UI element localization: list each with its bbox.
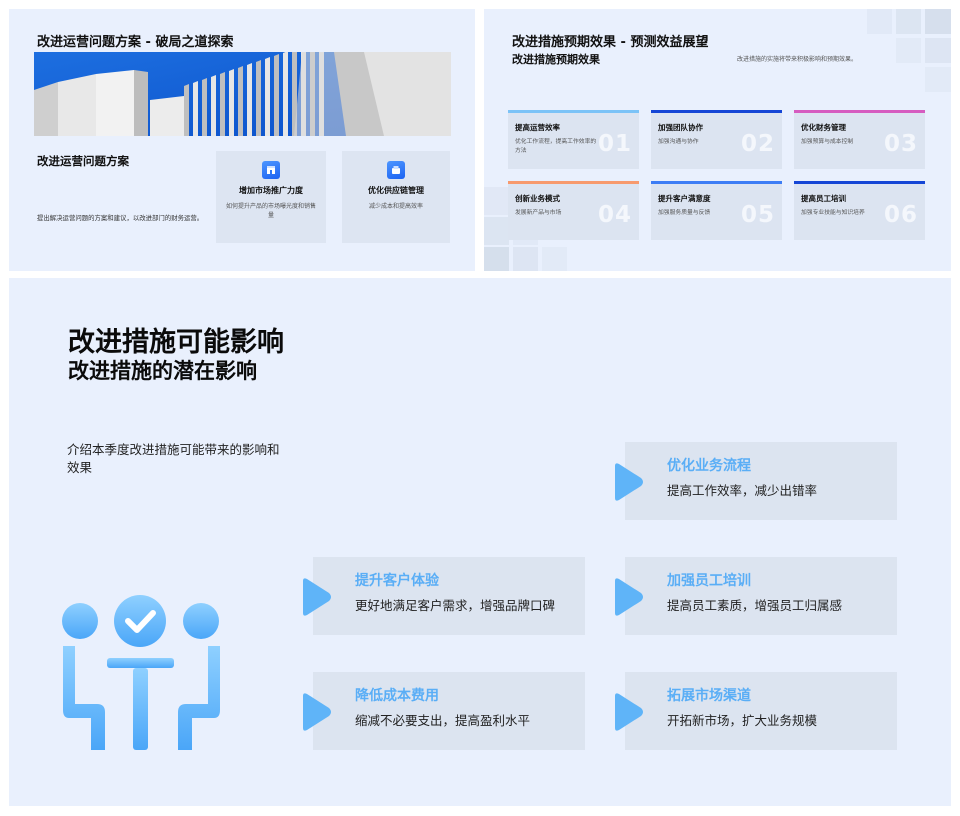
effect-card-2[interactable]: 加强团队协作 加强沟通与协作 02 <box>651 110 782 169</box>
card-text: 如何提升产品的市场曝光度和销售量 <box>226 203 317 219</box>
section-description: 改进措施的实施将带来积极影响和预期效果。 <box>737 56 858 63</box>
slide-expected-results[interactable]: 改进措施预期效果 - 预测效益展望 改进措施预期效果 改进措施的实施将带来积极影… <box>484 9 951 271</box>
play-arrow-icon <box>615 578 643 616</box>
card-title: 优化财务管理 <box>801 123 846 132</box>
slide-title: 改进运营问题方案 - 破局之道探索 <box>37 35 234 50</box>
card-number: 01 <box>597 131 632 157</box>
item-title: 优化业务流程 <box>667 458 751 474</box>
play-arrow-icon <box>615 693 643 731</box>
slide-heading: 改进措施可能影响 <box>68 327 284 358</box>
decor-square <box>484 247 509 271</box>
item-title: 降低成本费用 <box>355 688 439 704</box>
section-description: 提出解决运营问题的方案和建议，以改进部门的财务运营。 <box>37 214 204 222</box>
intro-text: 介绍本季度改进措施可能带来的影响和效果 <box>67 442 280 475</box>
banner-image <box>34 52 451 136</box>
meeting-check-icon <box>59 594 224 758</box>
card-number: 06 <box>883 202 918 228</box>
card-accent-bar <box>794 181 925 184</box>
card-accent-bar <box>508 110 639 113</box>
item-title: 提升客户体验 <box>355 573 439 589</box>
impact-item-4[interactable]: 降低成本费用 缩减不必要支出，提高盈利水平 <box>313 672 585 750</box>
card-number: 02 <box>740 131 775 157</box>
effect-card-6[interactable]: 提高员工培训 加强专业技能与知识培养 06 <box>794 181 925 240</box>
item-text: 更好地满足客户需求，增强品牌口碑 <box>355 598 556 613</box>
decor-square <box>896 38 921 63</box>
card-title: 提高员工培训 <box>801 194 846 203</box>
item-title: 拓展市场渠道 <box>667 688 751 704</box>
decor-square <box>925 38 951 63</box>
card-text: 减少成本和提高效率 <box>368 203 423 210</box>
impact-item-2[interactable]: 提升客户体验 更好地满足客户需求，增强品牌口碑 <box>313 557 585 635</box>
card-text: 加强沟通与协作 <box>658 139 699 145</box>
slide-operations-plan[interactable]: 改进运营问题方案 - 破局之道探索 改进运营问题方案 提出解决运营问题的方案和建 <box>9 9 475 271</box>
store-icon <box>262 161 280 179</box>
card-accent-bar <box>794 110 925 113</box>
card-title: 创新业务模式 <box>515 194 560 203</box>
decor-square <box>484 187 509 215</box>
card-accent-bar <box>651 110 782 113</box>
decor-square <box>896 9 921 34</box>
card-text: 加强服务质量与反馈 <box>658 210 711 216</box>
decor-square <box>867 9 892 34</box>
card-supply-chain[interactable]: 优化供应链管理 减少成本和提高效率 <box>342 151 450 243</box>
card-title: 加强团队协作 <box>658 123 703 132</box>
card-title: 提升客户满意度 <box>658 194 711 203</box>
decor-square <box>925 67 951 92</box>
item-text: 提高工作效率，减少出错率 <box>667 483 818 498</box>
card-text: 加强专业技能与知识培养 <box>801 210 865 216</box>
decor-square <box>484 217 509 245</box>
section-subtitle: 改进运营问题方案 <box>37 154 129 168</box>
card-title: 优化供应链管理 <box>368 186 424 195</box>
decor-square <box>513 247 538 271</box>
effect-card-1[interactable]: 提高运营效率 优化工作流程，提高工作效率的方法 01 <box>508 110 639 169</box>
impact-item-1[interactable]: 优化业务流程 提高工作效率，减少出错率 <box>625 442 897 520</box>
card-number: 05 <box>740 202 775 228</box>
card-number: 04 <box>597 202 632 228</box>
effect-card-4[interactable]: 创新业务模式 发展新产品与市场 04 <box>508 181 639 240</box>
slide-title: 改进措施预期效果 - 预测效益展望 <box>512 35 709 50</box>
card-accent-bar <box>651 181 782 184</box>
item-text: 开拓新市场，扩大业务规模 <box>667 713 818 728</box>
impact-item-5[interactable]: 拓展市场渠道 开拓新市场，扩大业务规模 <box>625 672 897 750</box>
play-arrow-icon <box>615 463 643 501</box>
card-title: 提高运营效率 <box>515 123 560 132</box>
decor-square <box>925 9 951 34</box>
item-text: 缩减不必要支出，提高盈利水平 <box>355 713 531 728</box>
card-number: 03 <box>883 131 918 157</box>
card-marketing[interactable]: 增加市场推广力度 如何提升产品的市场曝光度和销售量 <box>216 151 326 243</box>
item-text: 提高员工素质，增强员工归属感 <box>667 598 843 613</box>
effect-card-5[interactable]: 提升客户满意度 加强服务质量与反馈 05 <box>651 181 782 240</box>
slide-potential-impact[interactable]: 改进措施可能影响 改进措施的潜在影响 介绍本季度改进措施可能带来的影响和效果 优… <box>9 278 951 806</box>
card-title: 增加市场推广力度 <box>239 186 303 195</box>
impact-item-3[interactable]: 加强员工培训 提高员工素质，增强员工归属感 <box>625 557 897 635</box>
slide-subheading: 改进措施的潜在影响 <box>68 359 257 383</box>
decor-square <box>542 247 567 271</box>
card-text: 发展新产品与市场 <box>515 210 562 216</box>
card-text: 优化工作流程，提高工作效率的方法 <box>515 139 597 154</box>
card-accent-bar <box>508 181 639 184</box>
effect-card-3[interactable]: 优化财务管理 加强预算与成本控制 03 <box>794 110 925 169</box>
item-title: 加强员工培训 <box>667 573 751 589</box>
box-icon <box>387 161 405 179</box>
section-subtitle: 改进措施预期效果 <box>512 53 600 66</box>
play-arrow-icon <box>303 578 331 616</box>
card-text: 加强预算与成本控制 <box>801 139 854 145</box>
play-arrow-icon <box>303 693 331 731</box>
